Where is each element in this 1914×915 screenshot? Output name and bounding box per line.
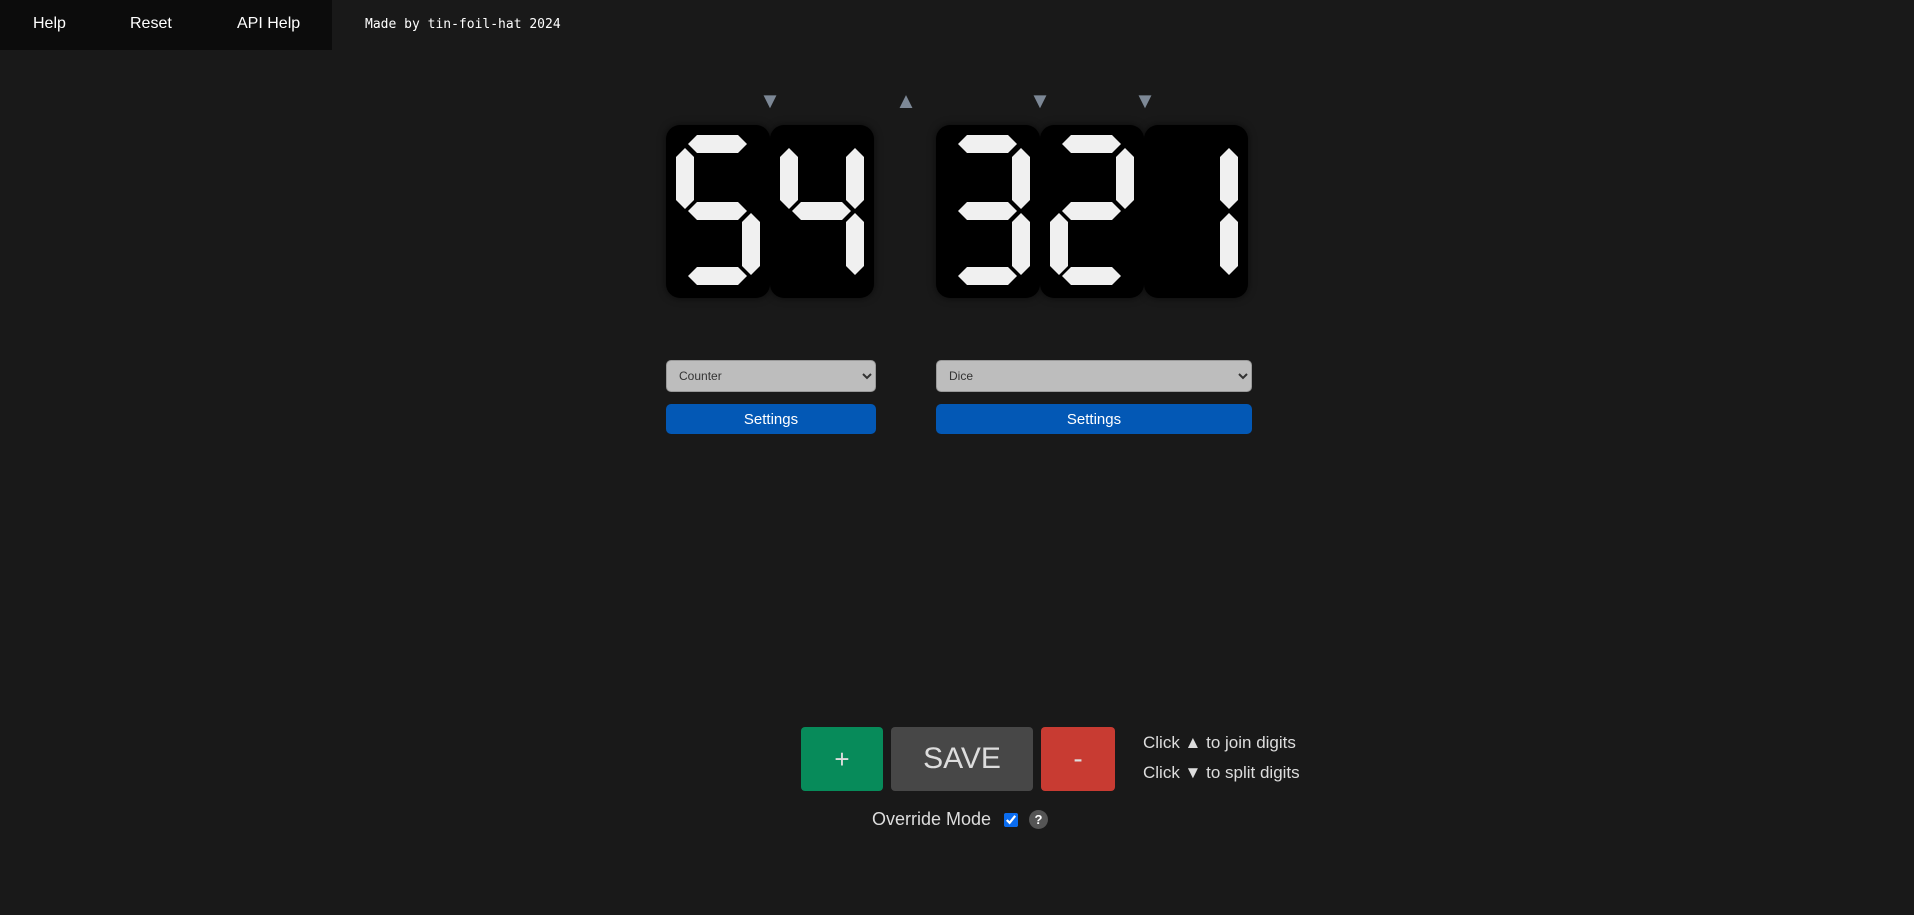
- settings-button-2[interactable]: Settings: [936, 404, 1252, 434]
- segment-d: [958, 267, 1017, 285]
- seven-segment-digit: [666, 125, 770, 298]
- segment-b: [1012, 148, 1030, 209]
- segment-d: [688, 267, 747, 285]
- segment-b: [846, 148, 864, 209]
- segment-a: [958, 135, 1017, 153]
- nav-help[interactable]: Help: [33, 15, 66, 33]
- segment-f: [676, 148, 694, 209]
- seven-segment-digit: [936, 125, 1040, 298]
- segment-f: [780, 148, 798, 209]
- segment-b: [1220, 148, 1238, 209]
- digit-group-2: [936, 125, 1248, 298]
- segment-a: [1062, 135, 1121, 153]
- top-nav: Help Reset API Help: [0, 0, 332, 50]
- split-hint: Click ▼ to split digits: [1143, 763, 1300, 782]
- segment-b: [1116, 148, 1134, 209]
- join-hint: Click ▲ to join digits: [1143, 733, 1296, 752]
- seven-segment-digit: [1144, 125, 1248, 298]
- override-mode-label: Override Mode: [872, 809, 992, 829]
- mode-select-2[interactable]: Dice: [936, 360, 1252, 392]
- save-button[interactable]: SAVE: [891, 727, 1033, 791]
- segment-c: [742, 213, 760, 275]
- segment-g: [1062, 202, 1121, 220]
- split-arrow-button[interactable]: ▼: [1028, 90, 1052, 112]
- segment-d: [1062, 267, 1121, 285]
- override-mode-checkbox[interactable]: [1004, 813, 1018, 827]
- help-icon[interactable]: ?: [1029, 810, 1048, 829]
- plus-button[interactable]: +: [801, 727, 883, 791]
- mode-select-1[interactable]: Counter: [666, 360, 876, 392]
- digit-group-1: [666, 125, 874, 298]
- settings-button-1[interactable]: Settings: [666, 404, 876, 434]
- segment-a: [688, 135, 747, 153]
- segment-c: [1012, 213, 1030, 275]
- join-arrow-button[interactable]: ▲: [894, 90, 918, 112]
- nav-api-help[interactable]: API Help: [237, 15, 300, 33]
- segment-g: [688, 202, 747, 220]
- segment-g: [958, 202, 1017, 220]
- split-arrow-button[interactable]: ▼: [1133, 90, 1157, 112]
- credit-text: Made by tin-foil-hat 2024: [365, 17, 561, 32]
- seven-segment-digit: [1040, 125, 1144, 298]
- minus-button[interactable]: -: [1041, 727, 1115, 791]
- segment-c: [846, 213, 864, 275]
- split-arrow-button[interactable]: ▼: [758, 90, 782, 112]
- seven-segment-digit: [770, 125, 874, 298]
- segment-c: [1220, 213, 1238, 275]
- nav-reset[interactable]: Reset: [130, 15, 172, 33]
- segment-g: [792, 202, 851, 220]
- segment-e: [1050, 213, 1068, 275]
